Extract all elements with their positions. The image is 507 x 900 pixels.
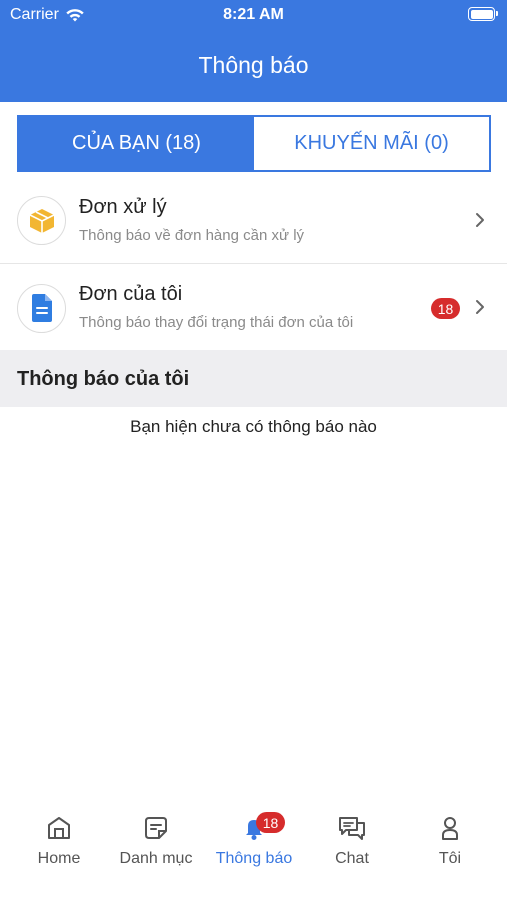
- section-title: Thông báo của tôi: [17, 368, 190, 390]
- section-header: Thông báo của tôi: [0, 350, 507, 407]
- empty-state-message: Bạn hiện chưa có thông báo nào: [130, 417, 377, 436]
- chevron-right-icon: [476, 213, 484, 227]
- tab-khuyen-mai[interactable]: KHUYẾN MÃI (0): [254, 117, 489, 170]
- document-icon: [17, 283, 66, 333]
- app-header: Carrier 8:21 AM Thông báo: [0, 0, 507, 102]
- tab-label: Home: [37, 850, 81, 867]
- tab-label: Tôi: [438, 850, 462, 867]
- user-icon: [442, 817, 458, 840]
- chevron-right-icon: [476, 300, 484, 314]
- tab-cua-ban[interactable]: CỦA BẠN (18): [19, 117, 254, 170]
- notification-badge: 18: [256, 812, 285, 833]
- home-icon: [48, 817, 70, 839]
- page-title: Thông báo: [198, 52, 309, 78]
- tab-danh-muc[interactable]: Danh mục: [106, 814, 206, 884]
- row-title: Đơn xử lý: [79, 196, 167, 218]
- row-text: Đơn xử lý Thông báo về đơn hàng cần xử l…: [79, 196, 304, 244]
- tab-chat[interactable]: Chat: [302, 814, 402, 884]
- list-item-don-xu-ly[interactable]: Đơn xử lý Thông báo về đơn hàng cần xử l…: [0, 178, 507, 264]
- tab-label: Thông báo: [215, 850, 293, 867]
- row-text: Đơn của tôi Thông báo thay đổi trạng thá…: [79, 283, 353, 331]
- tab-label: Danh mục: [119, 850, 193, 867]
- chat-icon: [339, 817, 365, 840]
- category-icon: [145, 817, 167, 839]
- status-time: 8:21 AM: [223, 6, 284, 23]
- row-subtitle: Thông báo thay đổi trạng thái đơn của tô…: [79, 314, 354, 331]
- notification-tabs: CỦA BẠN (18) KHUYẾN MÃI (0): [17, 115, 491, 172]
- battery-icon: [468, 7, 498, 21]
- row-subtitle: Thông báo về đơn hàng cần xử lý: [79, 227, 305, 244]
- tab-label: Chat: [335, 850, 369, 867]
- status-bar: Carrier 8:21 AM: [0, 0, 507, 30]
- bottom-tab-bar: Home Danh mục 18 Thông báo Chat Tôi: [0, 800, 507, 900]
- package-icon: [17, 196, 66, 245]
- tab-thong-bao[interactable]: 18 Thông báo: [204, 812, 304, 884]
- tab-toi[interactable]: Tôi: [400, 814, 500, 884]
- row-title: Đơn của tôi: [79, 283, 183, 305]
- tab-home[interactable]: Home: [9, 814, 109, 884]
- unread-count-badge: 18: [431, 298, 460, 319]
